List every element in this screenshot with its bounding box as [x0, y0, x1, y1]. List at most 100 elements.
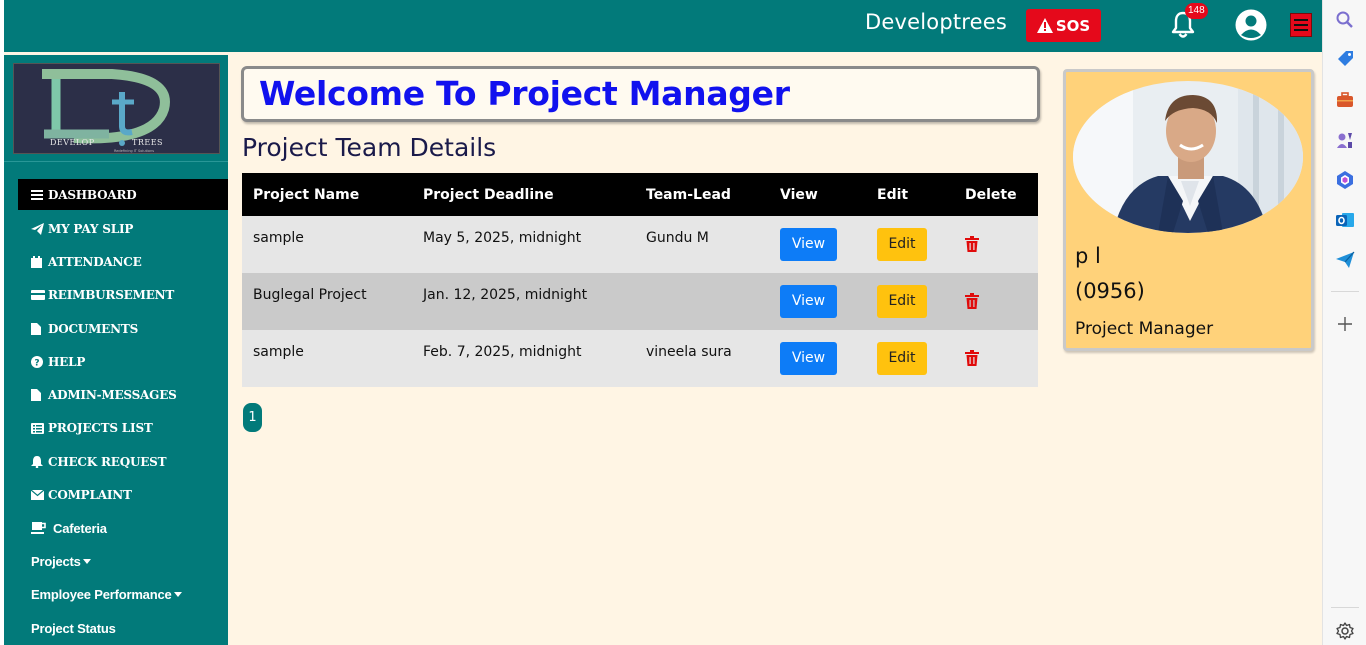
- team-lead-cell: Gundu M: [646, 230, 709, 246]
- delete-cell: [954, 216, 1038, 273]
- sidebar-item-label: ADMIN-MESSAGES: [48, 388, 177, 403]
- trash-icon[interactable]: [965, 350, 979, 366]
- sos-label: SOS: [1055, 16, 1091, 35]
- edit-cell: Edit: [866, 330, 954, 387]
- search-icon[interactable]: [1335, 10, 1355, 30]
- trash-icon[interactable]: [965, 293, 979, 309]
- tag-icon[interactable]: [1335, 50, 1355, 70]
- table-header-row: Project Name Project Deadline Team-Lead …: [242, 173, 1038, 216]
- sidebar-item-label: CHECK REQUEST: [48, 454, 167, 469]
- section-title: Project Team Details: [242, 133, 497, 162]
- project-deadline-cell: Feb. 7, 2025, midnight: [423, 344, 582, 360]
- pagination-page-button[interactable]: 1: [243, 403, 262, 432]
- column-header: Team-Lead: [646, 186, 731, 203]
- table-row: sample Feb. 7, 2025, midnight vineela su…: [242, 330, 1038, 387]
- profile-photo: [1073, 81, 1303, 233]
- sidebar-item-check-request[interactable]: CHECK REQUEST: [18, 445, 228, 478]
- copilot-icon[interactable]: [1335, 170, 1355, 190]
- user-account-icon[interactable]: [1234, 8, 1268, 42]
- hamburger-menu-button[interactable]: [1290, 13, 1312, 37]
- sidebar-nav: DASHBOARD MY PAY SLIP ATTENDANCE REIMBUR…: [18, 179, 228, 645]
- sidebar-item-my-pay-slip[interactable]: MY PAY SLIP: [18, 212, 228, 245]
- edit-button[interactable]: Edit: [877, 228, 927, 261]
- view-cell: View: [769, 273, 866, 330]
- calendar-icon: [31, 255, 46, 268]
- question-circle-icon: ?: [31, 355, 46, 368]
- delete-cell: [954, 273, 1038, 330]
- envelope-icon: [31, 490, 46, 501]
- sidebar-item-reimbursement[interactable]: REIMBURSEMENT: [18, 279, 228, 312]
- briefcase-icon[interactable]: [1335, 90, 1355, 110]
- view-cell: View: [769, 216, 866, 273]
- table-row: Buglegal Project Jan. 12, 2025, midnight…: [242, 273, 1038, 330]
- sidebar-item-documents[interactable]: DOCUMENTS: [18, 312, 228, 345]
- edit-button[interactable]: Edit: [877, 342, 927, 375]
- notification-count-badge: 148: [1185, 3, 1208, 19]
- company-logo[interactable]: DEVELOP TREES Redefining IT Solutions: [13, 63, 220, 154]
- project-name-cell: sample: [253, 230, 304, 246]
- project-deadline-cell: May 5, 2025, midnight: [423, 230, 582, 246]
- sidebar-item-label: Projects: [31, 554, 81, 570]
- top-navbar: Developtrees SOS 148: [4, 0, 1322, 52]
- send-icon[interactable]: [1335, 250, 1355, 270]
- games-icon[interactable]: [1335, 130, 1355, 150]
- sidebar-item-label: REIMBURSEMENT: [48, 288, 175, 303]
- bell-icon: [31, 455, 46, 468]
- sidebar-item-attendance[interactable]: ATTENDANCE: [18, 245, 228, 278]
- view-button[interactable]: View: [780, 228, 837, 261]
- column-header: Edit: [877, 186, 909, 203]
- sidebar-item-label: PROJECTS LIST: [48, 421, 153, 436]
- column-header: Project Deadline: [423, 186, 554, 203]
- svg-text:?: ?: [34, 358, 39, 368]
- rail-divider: [1331, 607, 1359, 608]
- view-button[interactable]: View: [780, 342, 837, 375]
- file-icon: [31, 322, 46, 335]
- sidebar-item-projects[interactable]: Projects: [18, 545, 228, 578]
- warning-triangle-icon: [1036, 18, 1053, 33]
- svg-text:TREES: TREES: [132, 138, 163, 147]
- credit-card-icon: [31, 290, 46, 301]
- sidebar-item-label: Employee Performance: [31, 587, 172, 603]
- sidebar-item-dashboard[interactable]: DASHBOARD: [18, 179, 228, 210]
- view-button[interactable]: View: [780, 285, 837, 318]
- svg-text:Redefining IT Solutions: Redefining IT Solutions: [114, 149, 154, 153]
- sidebar-item-label: DOCUMENTS: [48, 321, 139, 336]
- outlook-icon[interactable]: [1335, 210, 1355, 230]
- column-header: View: [780, 186, 818, 203]
- gear-icon[interactable]: [1335, 621, 1355, 641]
- list-icon: [31, 422, 46, 434]
- profile-employee-id: (0956): [1075, 279, 1145, 303]
- sidebar-item-complaint[interactable]: COMPLAINT: [18, 478, 228, 511]
- edit-cell: Edit: [866, 216, 954, 273]
- sidebar-item-label: HELP: [48, 354, 86, 369]
- table-row: sample May 5, 2025, midnight Gundu M Vie…: [242, 216, 1038, 273]
- edit-button[interactable]: Edit: [877, 285, 927, 318]
- file-icon: [31, 389, 46, 402]
- paper-plane-icon: [31, 222, 46, 235]
- sidebar-item-label: DASHBOARD: [48, 187, 137, 202]
- sidebar-item-cafeteria[interactable]: Cafeteria: [18, 512, 228, 545]
- sidebar-item-admin-messages[interactable]: ADMIN-MESSAGES: [18, 378, 228, 411]
- edit-cell: Edit: [866, 273, 954, 330]
- sidebar-item-project-status[interactable]: Project Status: [18, 612, 228, 645]
- browser-side-rail: [1322, 0, 1366, 645]
- sidebar-item-label: Cafeteria: [53, 520, 107, 536]
- profile-role: Project Manager: [1075, 319, 1214, 339]
- trash-icon[interactable]: [965, 236, 979, 252]
- view-cell: View: [769, 330, 866, 387]
- add-icon[interactable]: [1335, 314, 1355, 334]
- project-team-table: Project Name Project Deadline Team-Lead …: [242, 173, 1038, 387]
- sidebar: DEVELOP TREES Redefining IT Solutions DA…: [4, 55, 228, 645]
- sidebar-item-label: ATTENDANCE: [48, 254, 142, 269]
- rail-divider: [1331, 291, 1359, 292]
- sidebar-item-help[interactable]: ? HELP: [18, 345, 228, 378]
- brand-name[interactable]: Developtrees: [865, 10, 1007, 34]
- sos-button[interactable]: SOS: [1026, 9, 1101, 42]
- sidebar-item-employee-performance[interactable]: Employee Performance: [18, 578, 228, 611]
- profile-name: p l: [1075, 244, 1101, 268]
- svg-text:DEVELOP: DEVELOP: [50, 138, 95, 147]
- chevron-down-icon: [82, 558, 91, 564]
- sidebar-item-projects-list[interactable]: PROJECTS LIST: [18, 412, 228, 445]
- column-header: Delete: [965, 186, 1017, 203]
- sidebar-item-label: Project Status: [31, 620, 116, 636]
